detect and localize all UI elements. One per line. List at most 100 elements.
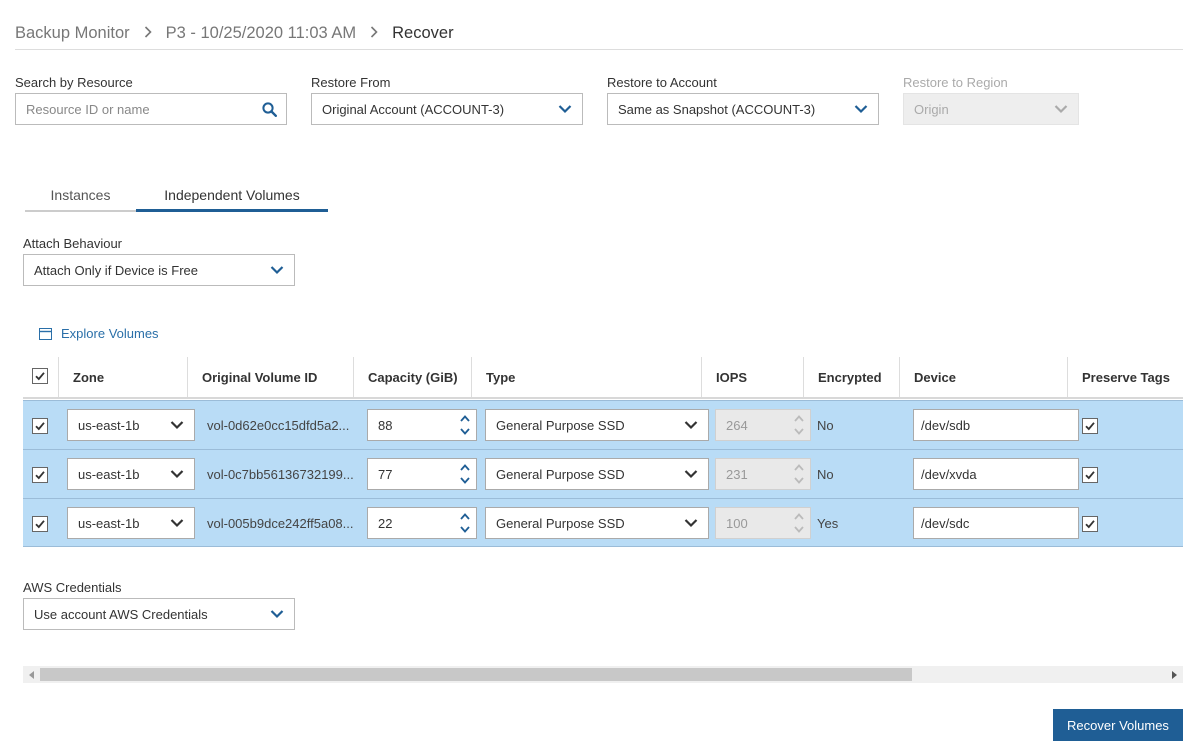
checkmark-icon	[35, 422, 45, 431]
zone-value: us-east-1b	[78, 515, 140, 531]
spinner-arrows-icon	[794, 513, 804, 533]
zone-select[interactable]: us-east-1b	[67, 507, 195, 539]
zone-value: us-east-1b	[78, 466, 140, 482]
explore-volumes-link[interactable]: Explore Volumes	[39, 326, 159, 341]
horizontal-scrollbar[interactable]	[23, 666, 1183, 683]
zone-select[interactable]: us-east-1b	[67, 458, 195, 490]
device-input[interactable]: /dev/xvda	[913, 458, 1079, 490]
type-select[interactable]: General Purpose SSD	[485, 458, 709, 490]
iops-value: 100	[726, 515, 748, 531]
preserve-tags-checkbox[interactable]	[1082, 516, 1098, 532]
checkmark-icon	[35, 372, 45, 381]
attach-behaviour-value: Attach Only if Device is Free	[34, 262, 198, 278]
tab-instances[interactable]: Instances	[25, 178, 136, 212]
recover-volumes-button[interactable]: Recover Volumes	[1053, 709, 1183, 741]
aws-credentials-select[interactable]: Use account AWS Credentials	[23, 598, 295, 630]
checkmark-icon	[35, 520, 45, 529]
iops-input: 100	[715, 507, 811, 539]
restore-to-region-label: Restore to Region	[903, 75, 1008, 90]
restore-from-label: Restore From	[311, 75, 391, 90]
spinner-arrows-icon[interactable]	[460, 413, 470, 437]
restore-from-select[interactable]: Original Account (ACCOUNT-3)	[311, 93, 583, 125]
restore-to-region-value: Origin	[914, 101, 949, 117]
preserve-tags-checkbox[interactable]	[1082, 467, 1098, 483]
tab-independent-volumes[interactable]: Independent Volumes	[136, 178, 328, 212]
column-header-capacity: Capacity (GiB)	[353, 357, 471, 397]
breadcrumb-item-backup-monitor[interactable]: Backup Monitor	[15, 24, 130, 43]
restore-to-account-select[interactable]: Same as Snapshot (ACCOUNT-3)	[607, 93, 879, 125]
spinner-arrows-icon	[794, 415, 804, 435]
attach-behaviour-select[interactable]: Attach Only if Device is Free	[23, 254, 295, 286]
column-header-preserve-tags: Preserve Tags	[1067, 357, 1183, 397]
checkmark-icon	[1085, 422, 1095, 431]
search-input[interactable]: Resource ID or name	[15, 93, 287, 125]
iops-value: 231	[726, 466, 748, 482]
chevron-down-icon	[170, 421, 184, 430]
select-all-checkbox[interactable]	[32, 368, 48, 384]
breadcrumb: Backup Monitor P3 - 10/25/2020 11:03 AM …	[15, 22, 454, 44]
chevron-right-icon	[370, 25, 378, 41]
volume-id: vol-005b9dce242ff5a08...	[207, 516, 354, 531]
table-row: us-east-1b vol-0c7bb56136732199... 77 Ge…	[23, 449, 1183, 498]
type-value: General Purpose SSD	[496, 417, 625, 433]
iops-input: 264	[715, 409, 811, 441]
capacity-stepper[interactable]: 77	[367, 458, 477, 490]
capacity-stepper[interactable]: 22	[367, 507, 477, 539]
capacity-stepper[interactable]: 88	[367, 409, 477, 441]
preserve-tags-checkbox[interactable]	[1082, 418, 1098, 434]
explore-volumes-label: Explore Volumes	[61, 326, 159, 341]
iops-value: 264	[726, 417, 748, 433]
chevron-down-icon	[558, 105, 572, 114]
restore-to-region-select: Origin	[903, 93, 1079, 125]
column-header-device: Device	[899, 357, 1067, 397]
iops-input: 231	[715, 458, 811, 490]
device-input[interactable]: /dev/sdc	[913, 507, 1079, 539]
spinner-arrows-icon	[794, 464, 804, 484]
volume-id: vol-0c7bb56136732199...	[207, 467, 354, 482]
device-value: /dev/sdc	[921, 515, 970, 531]
scroll-right-icon[interactable]	[1166, 666, 1183, 683]
device-value: /dev/xvda	[921, 466, 977, 482]
table-row: us-east-1b vol-0d62e0cc15dfd5a2... 88 Ge…	[23, 400, 1183, 449]
breadcrumb-item-snapshot[interactable]: P3 - 10/25/2020 11:03 AM	[166, 24, 357, 43]
chevron-down-icon	[684, 470, 698, 479]
tab-bar: Instances Independent Volumes	[25, 178, 328, 212]
device-input[interactable]: /dev/sdb	[913, 409, 1079, 441]
capacity-value: 88	[378, 417, 393, 433]
spinner-arrows-icon[interactable]	[460, 511, 470, 535]
scrollbar-thumb[interactable]	[40, 668, 912, 681]
restore-to-account-label: Restore to Account	[607, 75, 717, 90]
encrypted-value: No	[817, 467, 834, 482]
encrypted-value: Yes	[817, 516, 839, 531]
row-select-checkbox[interactable]	[32, 467, 48, 483]
scroll-left-icon[interactable]	[23, 666, 40, 683]
search-icon[interactable]	[262, 102, 277, 117]
zone-value: us-east-1b	[78, 417, 140, 433]
checkmark-icon	[1085, 520, 1095, 529]
encrypted-value: No	[817, 418, 834, 433]
device-value: /dev/sdb	[921, 417, 971, 433]
aws-credentials-value: Use account AWS Credentials	[34, 606, 208, 622]
chevron-down-icon	[270, 266, 284, 275]
type-value: General Purpose SSD	[496, 466, 625, 482]
attach-behaviour-label: Attach Behaviour	[23, 236, 123, 251]
checkmark-icon	[35, 471, 45, 480]
row-select-checkbox[interactable]	[32, 418, 48, 434]
column-header-volume-id: Original Volume ID	[187, 357, 353, 397]
type-select[interactable]: General Purpose SSD	[485, 507, 709, 539]
type-value: General Purpose SSD	[496, 515, 625, 531]
chevron-down-icon	[1054, 105, 1068, 114]
row-select-checkbox[interactable]	[32, 516, 48, 532]
spinner-arrows-icon[interactable]	[460, 462, 470, 486]
chevron-down-icon	[270, 610, 284, 619]
type-select[interactable]: General Purpose SSD	[485, 409, 709, 441]
volume-id: vol-0d62e0cc15dfd5a2...	[207, 418, 350, 433]
zone-select[interactable]: us-east-1b	[67, 409, 195, 441]
breadcrumb-item-current: Recover	[392, 23, 454, 42]
chevron-down-icon	[684, 519, 698, 528]
chevron-right-icon	[144, 25, 152, 41]
search-label: Search by Resource	[15, 75, 133, 90]
capacity-value: 77	[378, 466, 393, 482]
restore-from-value: Original Account (ACCOUNT-3)	[322, 101, 505, 117]
aws-credentials-label: AWS Credentials	[23, 580, 122, 595]
